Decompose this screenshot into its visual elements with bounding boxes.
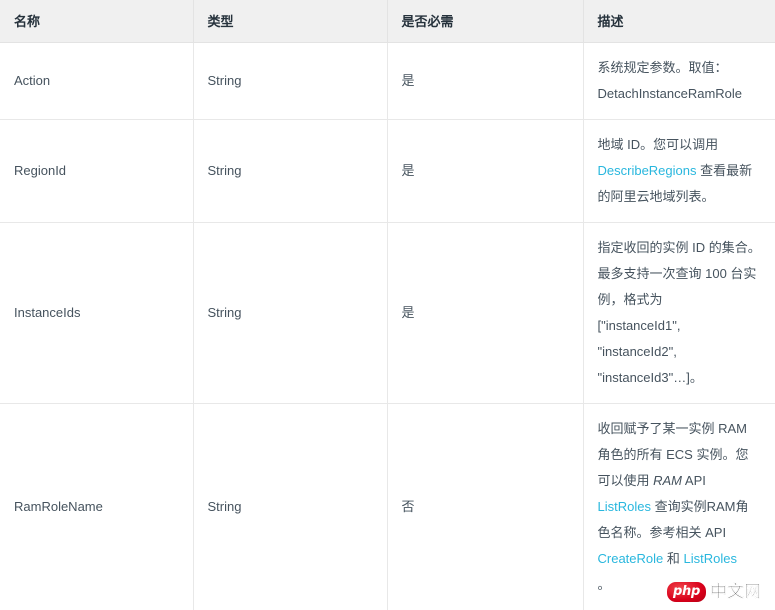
- description-line-1: 系统规定参数。取值：: [597, 59, 728, 75]
- php-badge-icon: php: [667, 581, 706, 602]
- cell-param-type: String: [193, 403, 388, 610]
- cell-param-required: 是: [387, 222, 584, 404]
- column-header-required: 是否必需: [387, 0, 584, 43]
- description-text-tail: 。: [597, 576, 611, 592]
- column-header-type: 类型: [193, 0, 388, 43]
- cell-param-description: 指定收回的实例 ID 的集合。最多支持一次查询 100 台实例，格式为 ["in…: [583, 222, 775, 404]
- cell-param-name: RegionId: [0, 119, 194, 223]
- cell-param-name: InstanceIds: [0, 222, 194, 404]
- description-text-segment: 指定收回的实例 ID 的集合。最多支持一次查询 100 台实例，格式为: [597, 239, 761, 307]
- php-chinese-watermark: php 中文网: [667, 581, 761, 602]
- cell-param-required: 是: [387, 42, 584, 120]
- cell-param-description: 收回赋予了某一实例 RAM 角色的所有 ECS 实例。您可以使用 RAM API…: [583, 403, 775, 610]
- description-code-line-2: "instanceId2",: [597, 343, 677, 359]
- cell-param-required: 否: [387, 403, 584, 610]
- description-text-segment: API: [682, 472, 706, 488]
- cell-param-type: String: [193, 222, 388, 404]
- link-list-roles-secondary[interactable]: ListRoles: [684, 551, 737, 566]
- cell-param-description: 系统规定参数。取值： DetachInstanceRamRole: [583, 42, 775, 120]
- watermark-site-label: 中文网: [710, 581, 761, 602]
- description-text-segment: 和: [663, 550, 684, 566]
- table-row: Action String 是 系统规定参数。取值： DetachInstanc…: [0, 42, 775, 120]
- api-parameters-table: 名称 类型 是否必需 描述 Action String 是 系统规定参数。取值：…: [0, 0, 775, 610]
- description-text-tail: 。: [689, 369, 703, 385]
- cell-param-required: 是: [387, 119, 584, 223]
- description-text: 地域 ID。您可以调用 DescribeRegions 查看最新的阿里云地域列表…: [598, 132, 762, 210]
- link-describe-regions[interactable]: DescribeRegions: [598, 163, 697, 178]
- description-text-segment: 地域 ID。您可以调用: [597, 136, 719, 152]
- description-text: 指定收回的实例 ID 的集合。最多支持一次查询 100 台实例，格式为 ["in…: [598, 235, 762, 391]
- description-line-2: DetachInstanceRamRole: [597, 85, 743, 101]
- cell-param-name: Action: [0, 42, 194, 120]
- table-body: Action String 是 系统规定参数。取值： DetachInstanc…: [0, 42, 775, 610]
- table-row: RegionId String 是 地域 ID。您可以调用 DescribeRe…: [0, 119, 775, 223]
- description-code-line-1: ["instanceId1",: [597, 317, 681, 333]
- column-header-name: 名称: [0, 0, 194, 43]
- description-code-line-3: "instanceId3"…]: [597, 369, 690, 385]
- cell-param-description: 地域 ID。您可以调用 DescribeRegions 查看最新的阿里云地域列表…: [583, 119, 775, 223]
- cell-param-name: RamRoleName: [0, 403, 194, 610]
- description-text: 系统规定参数。取值： DetachInstanceRamRole: [598, 55, 762, 107]
- cell-param-type: String: [193, 42, 388, 120]
- link-list-roles[interactable]: ListRoles: [598, 499, 651, 514]
- table-header-row: 名称 类型 是否必需 描述: [0, 0, 775, 43]
- table-header: 名称 类型 是否必需 描述: [0, 0, 775, 43]
- column-header-description: 描述: [583, 0, 775, 43]
- link-create-role[interactable]: CreateRole: [598, 551, 664, 566]
- table-row: InstanceIds String 是 指定收回的实例 ID 的集合。最多支持…: [0, 222, 775, 404]
- table-row: RamRoleName String 否 收回赋予了某一实例 RAM 角色的所有…: [0, 403, 775, 610]
- description-emphasis-ram: RAM: [653, 472, 683, 488]
- cell-param-type: String: [193, 119, 388, 223]
- description-text: 收回赋予了某一实例 RAM 角色的所有 ECS 实例。您可以使用 RAM API…: [597, 416, 761, 602]
